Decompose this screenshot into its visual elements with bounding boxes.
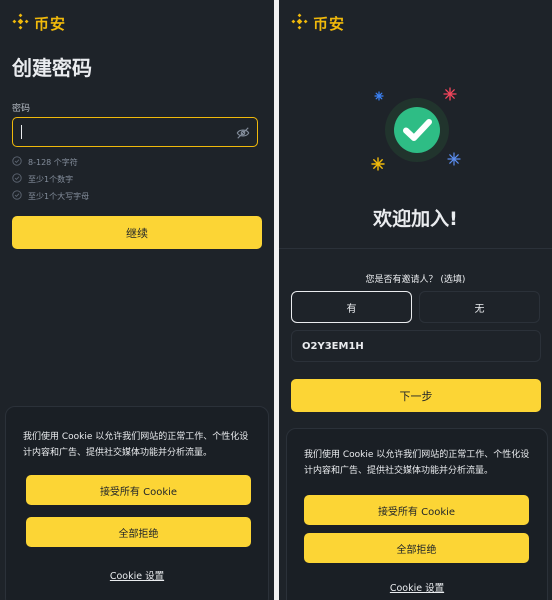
referral-yes-button[interactable]: 有 xyxy=(291,291,412,323)
binance-logo-icon xyxy=(12,13,29,34)
rule-text: 至少1个数字 xyxy=(28,174,74,184)
password-rule-number: 至少1个数字 xyxy=(12,173,73,185)
password-rule-uppercase: 至少1个大写字母 xyxy=(12,190,89,202)
referral-code-input[interactable]: O2Y3EM1H xyxy=(291,330,541,362)
rule-text: 至少1个大写字母 xyxy=(28,191,90,201)
welcome-screen: 币安 欢迎加入! 您是否有邀请人？ (选填) 有 无 O2Y3EM1H 下一步 … xyxy=(279,0,552,600)
next-button[interactable]: 下一步 xyxy=(291,379,541,412)
reject-all-button[interactable]: 全部拒绝 xyxy=(26,517,251,547)
continue-button[interactable]: 继续 xyxy=(12,216,262,249)
binance-logo-icon xyxy=(291,13,308,34)
accept-all-cookies-button[interactable]: 接受所有 Cookie xyxy=(304,495,529,525)
brand-header: 币安 xyxy=(291,13,345,34)
check-circle-icon xyxy=(12,173,22,185)
section-divider xyxy=(279,248,552,249)
brand-name: 币安 xyxy=(313,15,346,33)
cookie-text: 我们使用 Cookie 以允许我们网站的正常工作、个性化设计内容和广告、提供社交… xyxy=(23,432,249,458)
brand-header: 币安 xyxy=(12,13,66,34)
password-rule-length: 8-128 个字符 xyxy=(12,156,78,168)
cookie-text: 我们使用 Cookie 以允许我们网站的正常工作、个性化设计内容和广告、提供社交… xyxy=(304,450,530,476)
rule-text: 8-128 个字符 xyxy=(28,157,78,167)
check-circle-icon xyxy=(12,156,22,168)
text-caret xyxy=(21,125,22,139)
referral-no-button[interactable]: 无 xyxy=(419,291,540,323)
cookie-banner: 我们使用 Cookie 以允许我们网站的正常工作、个性化设计内容和广告、提供社交… xyxy=(5,406,269,600)
cookie-settings-link[interactable]: Cookie 设置 xyxy=(287,580,547,594)
brand-name: 币安 xyxy=(34,15,67,33)
eye-off-icon[interactable] xyxy=(236,125,250,144)
success-check-icon xyxy=(369,82,465,182)
check-circle-icon xyxy=(12,190,22,202)
reject-all-button[interactable]: 全部拒绝 xyxy=(304,533,529,563)
welcome-title: 欢迎加入! xyxy=(373,208,458,230)
accept-all-cookies-button[interactable]: 接受所有 Cookie xyxy=(26,475,251,505)
cookie-banner: 我们使用 Cookie 以允许我们网站的正常工作、个性化设计内容和广告、提供社交… xyxy=(286,428,548,600)
referral-question: 您是否有邀请人？ (选填) xyxy=(365,275,466,285)
create-password-screen: 币安 创建密码 密码 8-128 个字符 至少1个数字 至少1个大写字母 继续 xyxy=(0,0,274,600)
page-title: 创建密码 xyxy=(12,56,92,80)
cookie-settings-link[interactable]: Cookie 设置 xyxy=(6,568,268,582)
password-input[interactable] xyxy=(12,117,258,147)
password-label: 密码 xyxy=(12,104,31,114)
